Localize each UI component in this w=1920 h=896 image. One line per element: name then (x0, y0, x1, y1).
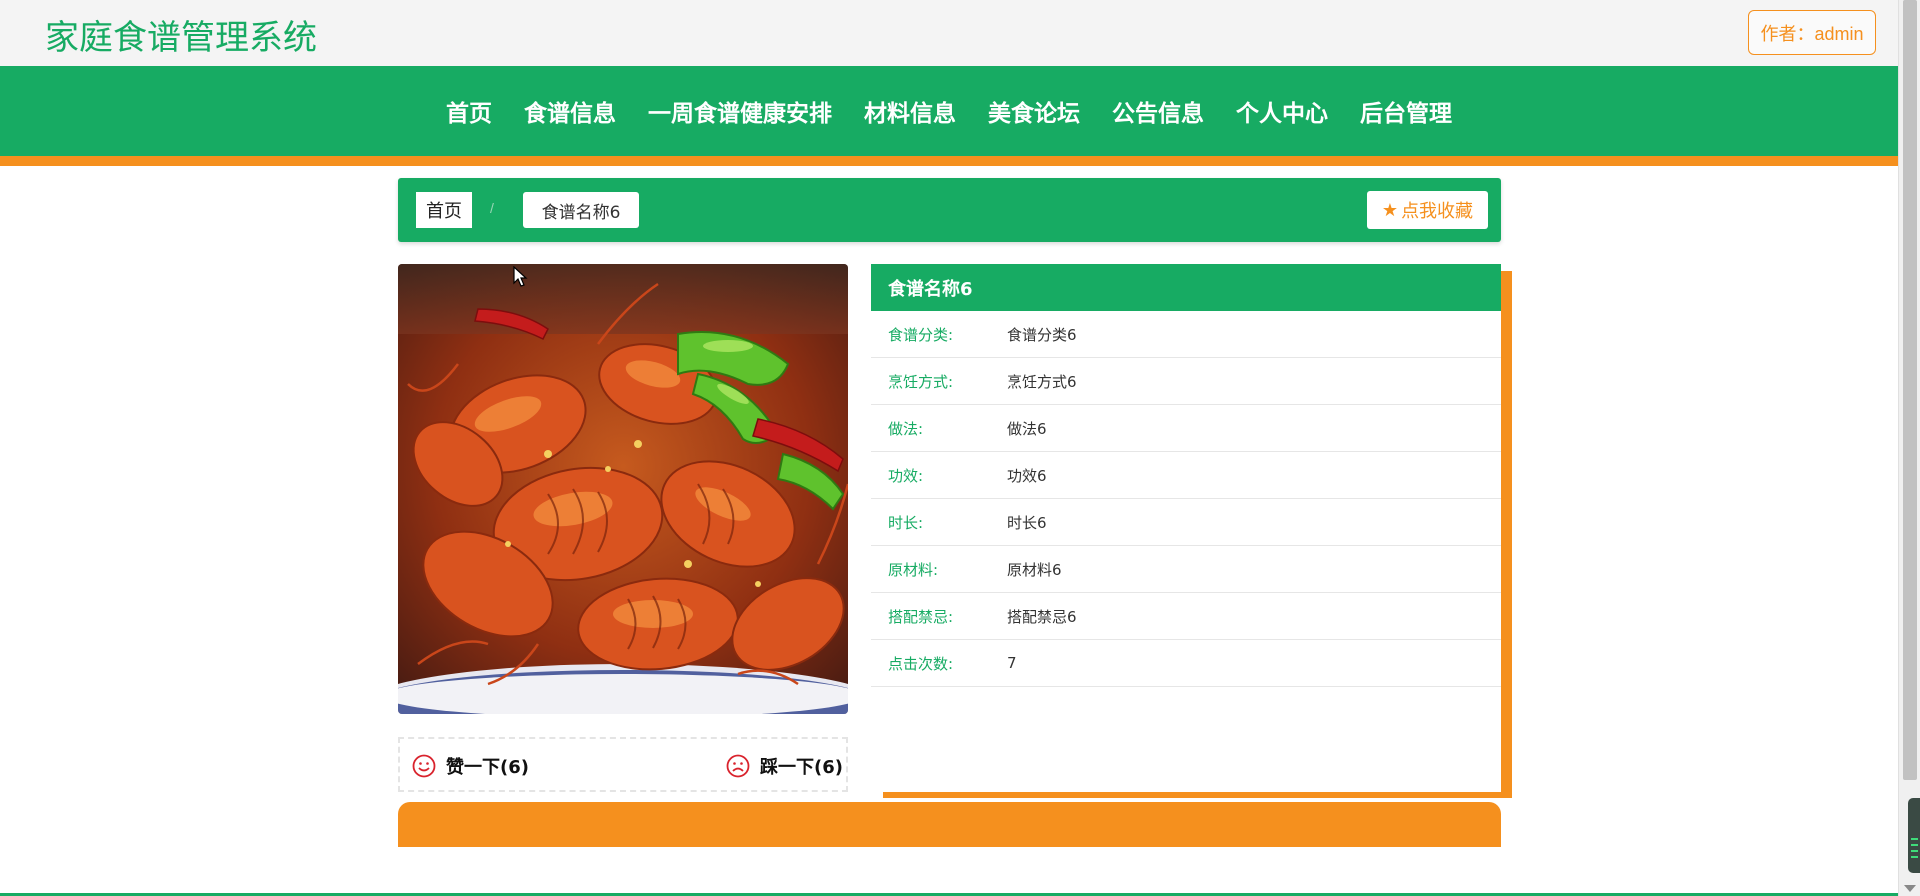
detail-row-value: 食谱分类6 (1007, 325, 1077, 344)
frown-icon (726, 754, 750, 778)
detail-row: 搭配禁忌: 搭配禁忌6 (871, 593, 1501, 640)
breadcrumb-bar: 首页 / 食谱名称6 ★ 点我收藏 (398, 178, 1501, 242)
nav-item-admin[interactable]: 后台管理 (1360, 94, 1452, 128)
content-footer-block (398, 802, 1501, 847)
nav-divider (0, 156, 1898, 166)
like-button[interactable]: 赞一下(6) (412, 753, 529, 779)
nav-item-recipes[interactable]: 食谱信息 (524, 94, 616, 128)
detail-row-value: 原材料6 (1007, 560, 1062, 579)
detail-row: 时长: 时长6 (871, 499, 1501, 546)
nav-item-weekly-plan[interactable]: 一周食谱健康安排 (648, 94, 832, 128)
mouse-cursor-icon (513, 266, 528, 287)
detail-row: 原材料: 原材料6 (871, 546, 1501, 593)
detail-row-value: 7 (1007, 654, 1017, 672)
nav-item-forum[interactable]: 美食论坛 (988, 94, 1080, 128)
detail-title: 食谱名称6 (871, 264, 1501, 311)
detail-row-label: 时长: (888, 513, 924, 532)
nav-item-materials[interactable]: 材料信息 (864, 94, 956, 128)
detail-row-label: 功效: (888, 466, 924, 485)
breadcrumb-separator: / (490, 200, 494, 216)
detail-row-value: 搭配禁忌6 (1007, 607, 1077, 626)
detail-row-value: 烹饪方式6 (1007, 372, 1077, 391)
breadcrumb-home[interactable]: 首页 (416, 192, 472, 228)
detail-row-value: 做法6 (1007, 419, 1047, 438)
detail-row-value: 时长6 (1007, 513, 1047, 532)
nav-item-announcements[interactable]: 公告信息 (1112, 94, 1204, 128)
detail-row: 做法: 做法6 (871, 405, 1501, 452)
smile-icon (412, 754, 436, 778)
nav-item-home[interactable]: 首页 (446, 94, 492, 128)
detail-panel: 食谱名称6 食谱分类: 食谱分类6 烹饪方式: 烹饪方式6 做法: 做法6 功效… (871, 264, 1501, 792)
favorite-button-label: 点我收藏 (1401, 201, 1474, 222)
reaction-bar: 赞一下(6) 踩一下(6) (398, 737, 848, 792)
detail-row-label: 原材料: (888, 560, 939, 579)
dislike-button[interactable]: 踩一下(6) (726, 753, 843, 779)
detail-row-label: 做法: (888, 419, 924, 438)
page-scrollbar[interactable] (1898, 0, 1920, 896)
site-title[interactable]: 家庭食谱管理系统 (45, 10, 317, 59)
detail-row-value: 功效6 (1007, 466, 1047, 485)
detail-row-label: 搭配禁忌: (888, 607, 954, 626)
detail-row: 食谱分类: 食谱分类6 (871, 311, 1501, 358)
like-label: 赞一下(6) (446, 757, 529, 778)
breadcrumb-current[interactable]: 食谱名称6 (523, 192, 639, 228)
nav-item-profile[interactable]: 个人中心 (1236, 94, 1328, 128)
star-icon: ★ (1381, 199, 1399, 221)
detail-row-label: 食谱分类: (888, 325, 954, 344)
dislike-label: 踩一下(6) (760, 757, 843, 778)
scroll-down-arrow-icon[interactable] (1904, 885, 1916, 892)
side-widget[interactable] (1908, 798, 1920, 873)
detail-row-label: 点击次数: (888, 654, 954, 673)
favorite-button[interactable]: ★ 点我收藏 (1367, 191, 1488, 229)
scrollbar-thumb[interactable] (1903, 0, 1917, 780)
top-header: 家庭食谱管理系统 作者：admin (0, 0, 1898, 66)
main-nav: 首页 食谱信息 一周食谱健康安排 材料信息 美食论坛 公告信息 个人中心 后台管… (0, 66, 1898, 156)
detail-row: 烹饪方式: 烹饪方式6 (871, 358, 1501, 405)
recipe-image (398, 264, 848, 714)
detail-row: 功效: 功效6 (871, 452, 1501, 499)
author-badge[interactable]: 作者：admin (1748, 10, 1876, 55)
detail-row-label: 烹饪方式: (888, 372, 954, 391)
detail-row: 点击次数: 7 (871, 640, 1501, 687)
